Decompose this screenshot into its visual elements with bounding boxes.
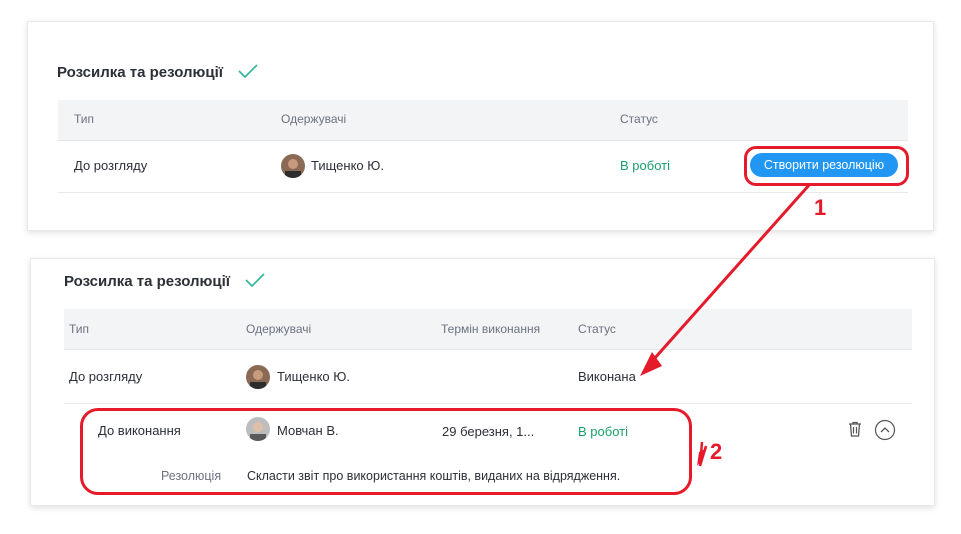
annotation-step-1: 1 [814,195,827,220]
annotation-step-2: 2 [710,439,723,464]
arrow-annotation [640,183,812,467]
